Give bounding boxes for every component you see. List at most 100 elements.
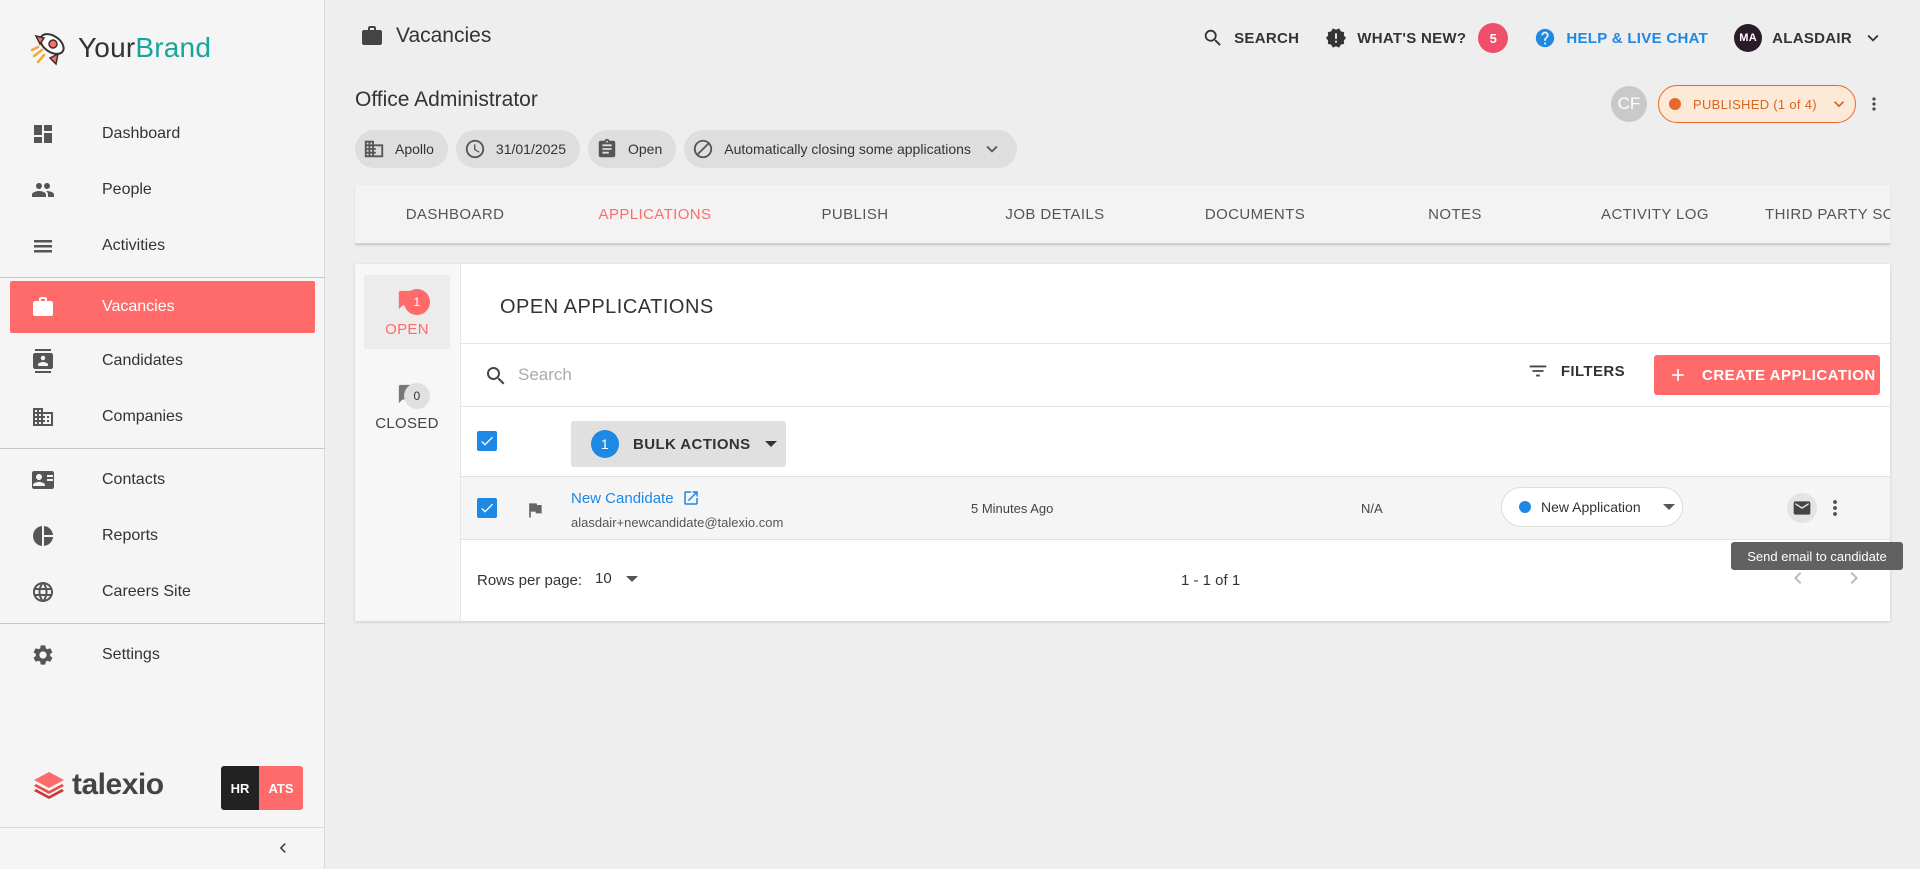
owner-avatar[interactable]: CF — [1611, 86, 1647, 122]
whats-new-label: WHAT'S NEW? — [1357, 29, 1467, 47]
sidebar-item-companies[interactable]: Companies — [0, 389, 325, 445]
date-chip[interactable]: 31/01/2025 — [455, 130, 580, 168]
help-live-chat-button[interactable]: HELP & LIVE CHAT — [1534, 27, 1708, 49]
tab-dashboard[interactable]: DASHBOARD — [355, 185, 555, 243]
search-button[interactable]: SEARCH — [1202, 27, 1299, 49]
sidebar-item-label: Settings — [102, 646, 160, 663]
bulk-actions-label: BULK ACTIONS — [633, 435, 751, 453]
divider — [0, 448, 325, 449]
sidebar-item-candidates[interactable]: Candidates — [0, 333, 325, 389]
talexio-layers-icon — [34, 772, 64, 799]
sidebar-item-contacts[interactable]: Contacts — [0, 452, 325, 508]
product-switch[interactable]: HR ATS — [221, 766, 303, 810]
sidebar: YourBrand Dashboard People Activities Va… — [0, 0, 325, 869]
briefcase-icon — [30, 294, 56, 320]
more-vert-icon[interactable] — [1823, 496, 1847, 520]
search-toolbar: FILTERS CREATE APPLICATION — [461, 344, 1890, 406]
search-input[interactable] — [518, 360, 1118, 390]
user-name: ALASDAIR — [1772, 29, 1852, 47]
page-range: 1 - 1 of 1 — [1181, 572, 1241, 589]
sidebar-item-settings[interactable]: Settings — [0, 627, 325, 683]
tab-open-applications[interactable]: 1 OPEN — [364, 275, 450, 349]
plus-icon — [1672, 369, 1684, 381]
send-email-button[interactable] — [1787, 493, 1817, 523]
application-score: N/A — [1361, 501, 1383, 516]
briefcase-icon — [362, 26, 382, 45]
caret-down-icon — [625, 575, 638, 582]
selected-count-badge: 1 — [591, 430, 619, 458]
filter-icon — [1529, 365, 1547, 377]
sidebar-item-dashboard[interactable]: Dashboard — [0, 106, 325, 162]
sidebar-item-label: Candidates — [102, 352, 183, 369]
rows-per-page-select[interactable]: 10 — [595, 570, 638, 587]
tab-notes[interactable]: NOTES — [1355, 185, 1555, 243]
sidebar-item-careers-site[interactable]: Careers Site — [0, 564, 325, 620]
candidate-name-link[interactable]: New Candidate — [571, 489, 700, 507]
bulk-actions-row: 1 BULK ACTIONS — [461, 406, 1890, 476]
more-vert-icon[interactable] — [1864, 92, 1884, 116]
page-title-text: Vacancies — [396, 24, 492, 47]
application-status-select[interactable]: New Application — [1501, 487, 1683, 527]
status-dot — [1519, 501, 1531, 513]
published-label: PUBLISHED (1 of 4) — [1693, 96, 1817, 112]
clipboard-icon — [598, 138, 616, 158]
closing-rule-chip[interactable]: Automatically closing some applications — [684, 130, 1017, 168]
tab-third-party[interactable]: THIRD PARTY SO — [1755, 185, 1890, 243]
chevron-down-icon — [986, 145, 998, 153]
sidebar-nav: Dashboard People Activities Vacancies Ca… — [0, 106, 325, 683]
vacancy-tabs: DASHBOARD APPLICATIONS PUBLISH JOB DETAI… — [355, 185, 1890, 245]
chevron-left-icon[interactable] — [273, 838, 293, 858]
select-all-checkbox[interactable] — [477, 431, 497, 451]
brand-logo[interactable]: YourBrand — [28, 28, 211, 68]
filters-button[interactable]: FILTERS — [1527, 360, 1625, 382]
sidebar-item-label: Reports — [102, 527, 159, 544]
rocket-icon — [30, 33, 65, 66]
state-chip[interactable]: Open — [588, 130, 677, 168]
bulk-actions-button[interactable]: 1 BULK ACTIONS — [571, 421, 786, 467]
sidebar-item-label: Companies — [102, 408, 183, 425]
job-title: Office Administrator — [355, 88, 538, 111]
divider — [0, 277, 325, 278]
application-status: New Application — [1541, 499, 1641, 515]
chevron-down-icon — [1833, 101, 1844, 108]
help-label: HELP & LIVE CHAT — [1566, 29, 1709, 47]
sidebar-item-label: Dashboard — [102, 125, 181, 142]
open-in-new-icon[interactable] — [682, 489, 700, 507]
hr-badge[interactable]: HR — [221, 766, 259, 810]
application-state-tabs: 1 OPEN 0 CLOSED — [355, 264, 461, 621]
chevron-down-icon — [1867, 34, 1879, 42]
create-application-label: CREATE APPLICATION — [1702, 366, 1876, 384]
tab-documents[interactable]: DOCUMENTS — [1155, 185, 1355, 243]
flag-icon[interactable] — [525, 500, 545, 520]
tab-applications[interactable]: APPLICATIONS — [555, 185, 755, 243]
tab-job-details[interactable]: JOB DETAILS — [955, 185, 1155, 243]
sidebar-item-activities[interactable]: Activities — [0, 218, 325, 274]
sidebar-item-reports[interactable]: Reports — [0, 508, 325, 564]
job-date: 31/01/2025 — [495, 141, 566, 157]
table-row[interactable]: New Candidate alasdair+newcandidate@tale… — [461, 476, 1890, 540]
candidate-name: New Candidate — [571, 489, 674, 507]
ats-badge[interactable]: ATS — [259, 766, 303, 810]
company-chip[interactable]: Apollo — [355, 130, 448, 168]
list-icon — [30, 233, 56, 259]
user-menu[interactable]: MA ALASDAIR — [1734, 24, 1884, 52]
row-checkbox[interactable] — [477, 498, 497, 518]
sidebar-item-people[interactable]: People — [0, 162, 325, 218]
job-state: Open — [628, 141, 663, 157]
rows-per-page-label: Rows per page: — [477, 572, 583, 589]
sidebar-item-vacancies[interactable]: Vacancies — [10, 281, 315, 333]
whats-new-button[interactable]: WHAT'S NEW? 5 — [1325, 23, 1509, 53]
avatar: MA — [1734, 24, 1763, 52]
tab-publish[interactable]: PUBLISH — [755, 185, 955, 243]
new-releases-icon — [1326, 28, 1347, 48]
brand-name-part2: Brand — [135, 32, 212, 63]
sidebar-item-label: Careers Site — [102, 583, 191, 600]
pie-chart-icon — [30, 523, 56, 549]
building-icon — [364, 140, 384, 158]
closed-count-badge: 0 — [404, 383, 430, 409]
sidebar-footer — [0, 827, 325, 869]
tab-closed-applications[interactable]: 0 CLOSED — [364, 369, 450, 443]
tab-activity-log[interactable]: ACTIVITY LOG — [1555, 185, 1755, 243]
published-status-button[interactable]: PUBLISHED (1 of 4) — [1658, 85, 1856, 123]
create-application-button[interactable]: CREATE APPLICATION — [1654, 355, 1880, 395]
